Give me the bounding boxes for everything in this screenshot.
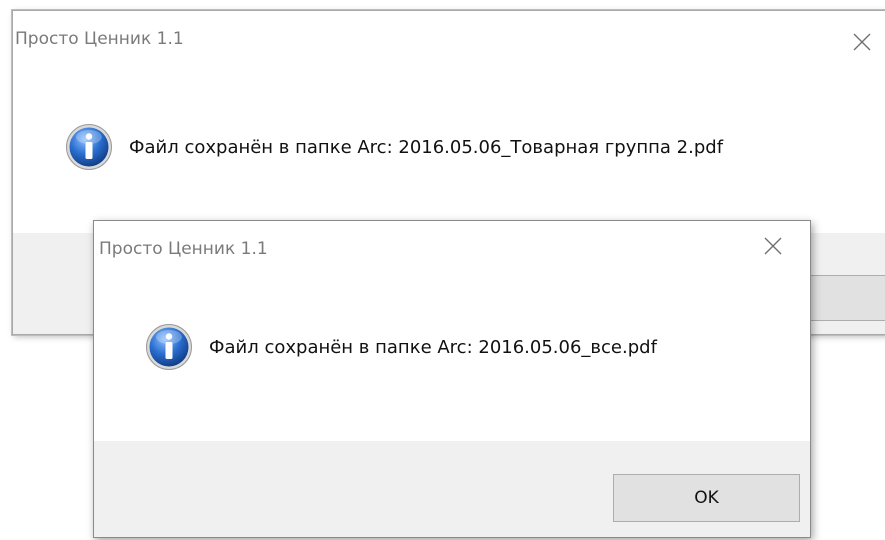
dialog-message: Файл сохранён в папке Arc: 2016.05.06_вс… (209, 336, 657, 358)
message-dialog-foreground: Просто Ценник 1.1 Файл сохранён в папке … (93, 220, 811, 538)
dialog-message: Файл сохранён в папке Arc: 2016.05.06_То… (129, 136, 724, 158)
dialog-button-bar: OK (94, 441, 810, 537)
close-icon[interactable] (756, 229, 790, 263)
dialog-content: Файл сохранён в папке Arc: 2016.05.06_вс… (145, 323, 657, 371)
close-icon[interactable] (845, 25, 879, 59)
dialog-titlebar[interactable]: Просто Ценник 1.1 (13, 11, 885, 71)
dialog-content: Файл сохранён в папке Arc: 2016.05.06_То… (65, 123, 723, 171)
info-icon (146, 324, 192, 370)
ok-button[interactable]: OK (613, 474, 800, 522)
info-icon (66, 124, 112, 170)
dialog-title: Просто Ценник 1.1 (99, 239, 268, 259)
dialog-titlebar[interactable]: Просто Ценник 1.1 (94, 221, 810, 281)
dialog-title: Просто Ценник 1.1 (15, 29, 184, 49)
